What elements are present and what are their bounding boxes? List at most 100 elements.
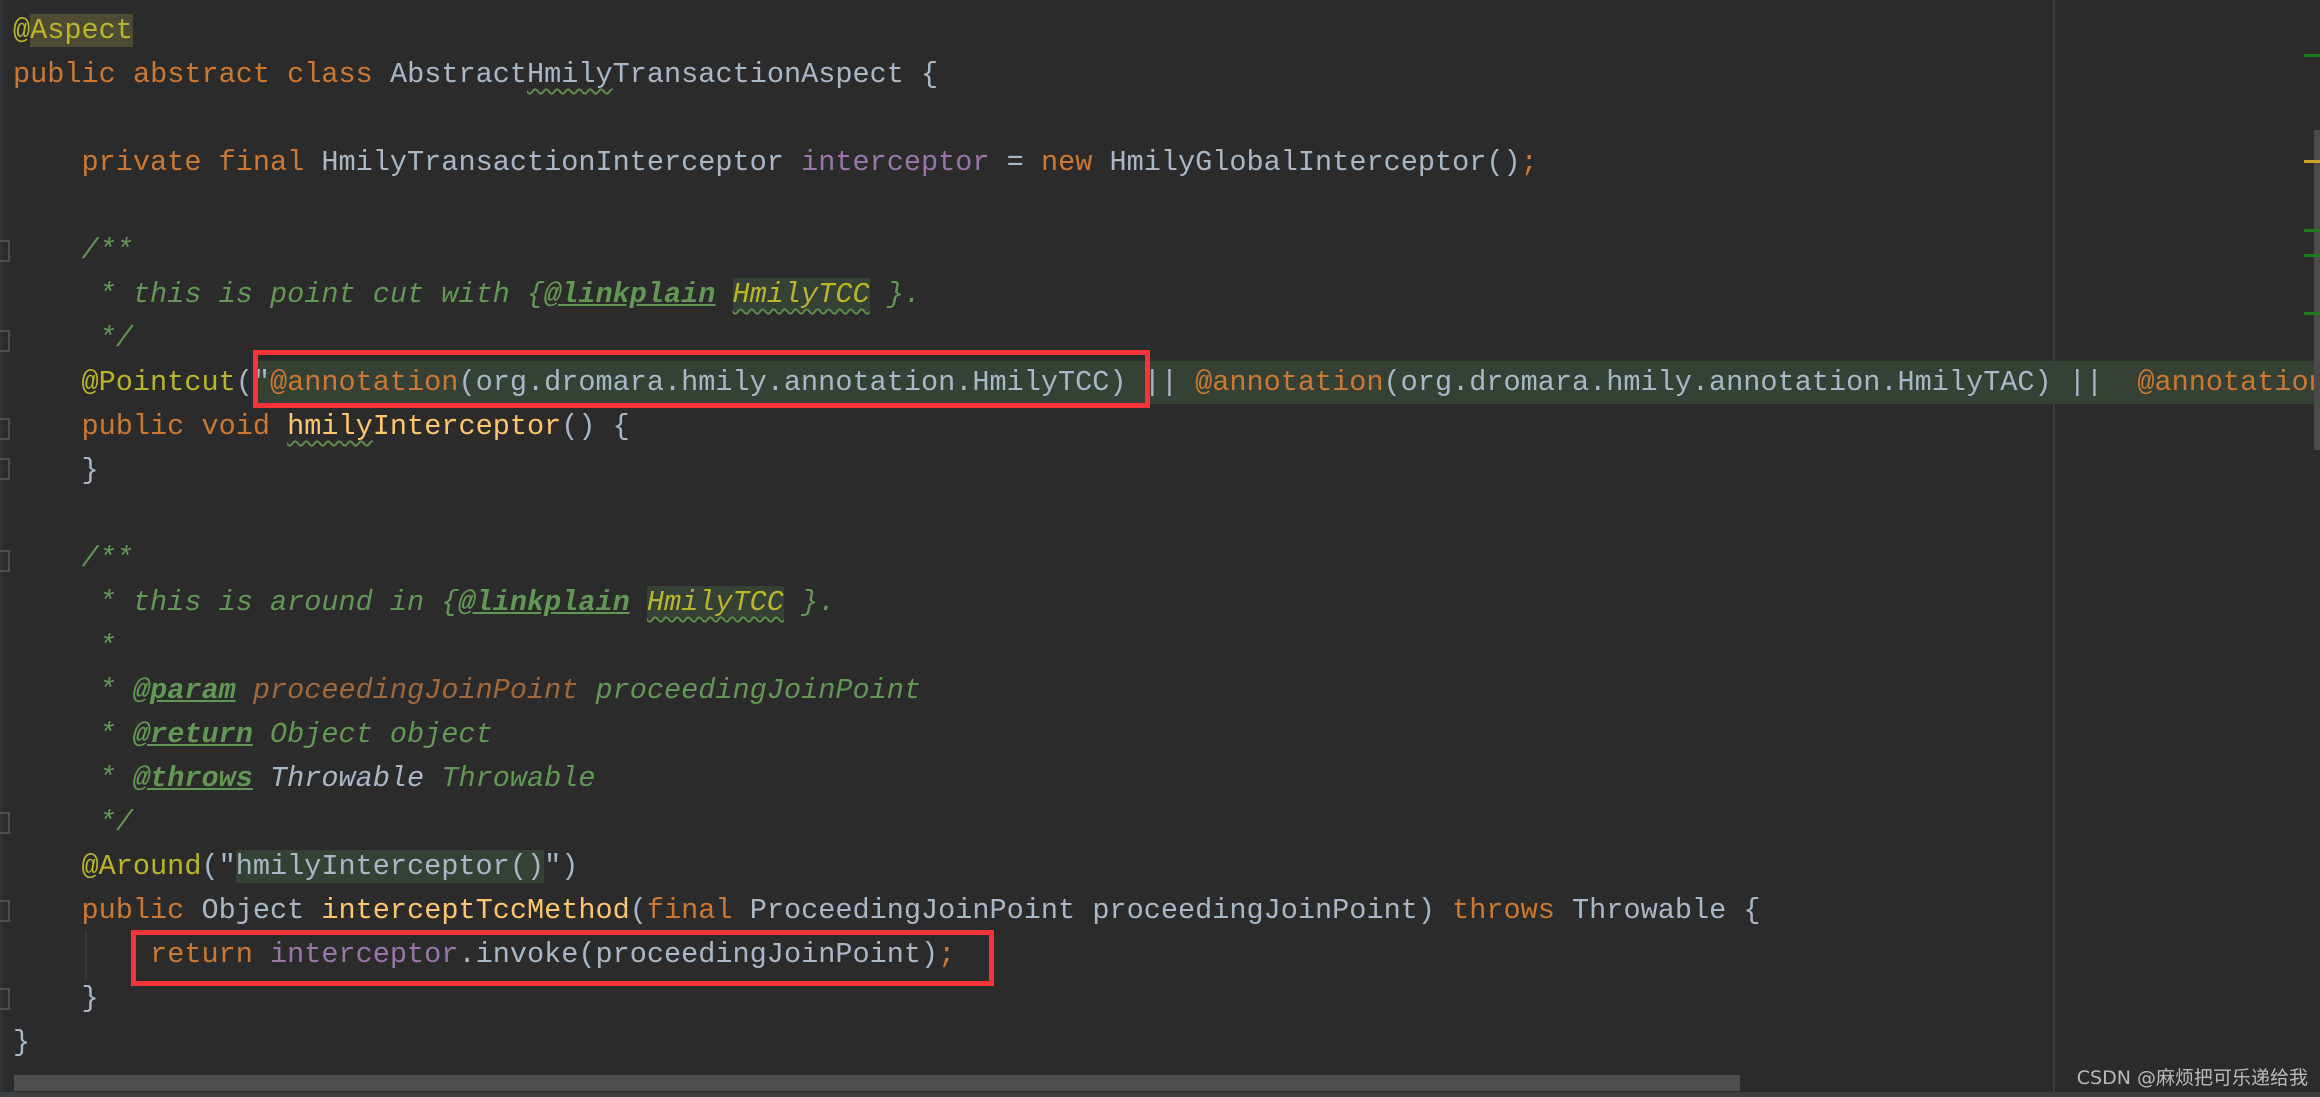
keyword: public <box>13 58 116 91</box>
annotation-around: @Around <box>81 850 202 883</box>
code-line: @Aspect <box>13 9 2320 53</box>
brace: } <box>13 1026 31 1059</box>
brace: { <box>1726 894 1761 927</box>
fold-icon[interactable] <box>0 988 10 1010</box>
error-stripe-marker-green[interactable] <box>2304 229 2320 232</box>
fold-icon[interactable] <box>0 240 10 262</box>
params-brace: () { <box>561 410 630 443</box>
doc-comment: }. <box>869 278 921 311</box>
param-name: proceedingJoinPoint <box>1092 894 1418 927</box>
operator: = <box>989 146 1041 179</box>
annotation-aspect: Aspect <box>30 14 133 47</box>
pointcut-reference: hmilyInterceptor() <box>235 850 545 883</box>
type-name: HmilyTransactionInterceptor <box>321 146 784 179</box>
code-line: /** <box>13 229 2320 273</box>
doc-comment: proceedingJoinPoint <box>578 674 922 707</box>
paren: ) <box>1417 894 1453 927</box>
code-line: } <box>13 1021 2320 1065</box>
error-stripe-marker-green[interactable] <box>2304 254 2320 257</box>
bottom-border <box>0 1092 2320 1097</box>
watermark: CSDN @麻烦把可乐递给我 <box>2076 1067 2308 1089</box>
method-name: hmilyInterceptor <box>287 410 561 443</box>
class-name-part: Abstract <box>389 58 527 91</box>
keyword: void <box>201 410 270 443</box>
doc-comment: Object object <box>252 718 493 751</box>
paren: ( <box>629 894 647 927</box>
keyword: class <box>287 58 373 91</box>
brace: } <box>81 454 99 487</box>
code-line: private final HmilyTransactionIntercepto… <box>13 141 2320 185</box>
javadoc-tag: @throws <box>132 762 253 795</box>
doc-comment: * <box>81 762 133 795</box>
pointcut-arg: (org.dromara.hmily.annotation.HmilyTAC) <box>1383 366 2069 399</box>
param-name: proceedingJoinPoint <box>252 674 579 707</box>
doc-comment: }. <box>783 586 836 619</box>
code-line: * this is point cut with {@linkplain Hmi… <box>13 273 2320 317</box>
code-line: * @param proceedingJoinPoint proceedingJ… <box>13 669 2320 713</box>
typo-squiggle: Hmily <box>527 58 613 91</box>
code-line: public Object interceptTccMethod(final P… <box>13 889 2320 933</box>
doc-comment: Throwable <box>424 762 596 795</box>
field-name: interceptor <box>801 146 990 179</box>
doc-comment: * this is point cut with { <box>81 278 545 311</box>
string-close: ") <box>544 850 579 883</box>
doc-comment: * <box>81 718 133 751</box>
code-line: public void hmilyInterceptor() { <box>13 405 2320 449</box>
fold-icon[interactable] <box>0 330 10 352</box>
fold-icon[interactable] <box>0 900 10 922</box>
keyword: public <box>81 894 185 927</box>
fold-icon[interactable] <box>0 458 10 480</box>
doc-comment: * <box>81 674 133 707</box>
javadoc-tag[interactable]: @linkplain <box>544 278 715 311</box>
typo-squiggle: hmily <box>287 410 373 443</box>
gutter <box>0 0 3 1092</box>
keyword: private <box>81 146 202 179</box>
javadoc-reference[interactable]: HmilyTCC <box>646 586 784 619</box>
method-name-part: Interceptor <box>372 410 562 443</box>
javadoc-tag[interactable]: @linkplain <box>458 586 629 619</box>
doc-comment: */ <box>81 806 133 839</box>
pointcut-designator: @annotation <box>1195 366 1384 399</box>
brace: { <box>903 58 939 91</box>
code-line: * @throws Throwable Throwable <box>13 757 2320 801</box>
exception-type: Throwable <box>270 762 425 795</box>
code-editor[interactable]: @Aspect public abstract class AbstractHm… <box>0 0 2320 1092</box>
code-line: */ <box>13 801 2320 845</box>
javadoc-reference[interactable]: HmilyTCC <box>732 278 870 311</box>
code-line: } <box>13 449 2320 493</box>
fold-icon[interactable] <box>0 418 10 440</box>
code-line: public abstract class AbstractHmilyTrans… <box>13 53 2320 97</box>
code-line: * @return Object object <box>13 713 2320 757</box>
pointcut-designator: @annotation <box>2137 366 2320 399</box>
error-stripe-marker-green[interactable] <box>2304 312 2320 315</box>
code-line: /** <box>13 537 2320 581</box>
operator: || <box>2068 366 2104 399</box>
fold-icon[interactable] <box>0 550 10 572</box>
error-stripe-marker-green[interactable] <box>2304 54 2320 57</box>
reference-text: HmilyTCC <box>646 586 784 619</box>
doc-comment: */ <box>81 322 133 355</box>
doc-comment: * <box>81 630 116 663</box>
keyword: abstract <box>132 58 270 91</box>
reference-text: HmilyTCC <box>732 278 870 311</box>
doc-comment: /** <box>81 234 133 267</box>
keyword: final <box>646 894 733 927</box>
code-lines[interactable]: @Aspect public abstract class AbstractHm… <box>13 9 2320 1065</box>
keyword: public <box>81 410 185 443</box>
vertical-scrollbar[interactable] <box>2314 130 2320 450</box>
error-stripe-marker-yellow[interactable] <box>2304 160 2320 163</box>
code-line: * <box>13 625 2320 669</box>
horizontal-scrollbar[interactable] <box>14 1075 1740 1091</box>
class-name: AbstractHmilyTransactionAspect <box>390 58 904 91</box>
right-margin-guide <box>2053 0 2055 1092</box>
doc-comment: /** <box>81 542 133 575</box>
class-name-part: TransactionAspect <box>612 58 904 91</box>
fold-icon[interactable] <box>0 812 10 834</box>
param-type: ProceedingJoinPoint <box>749 894 1076 927</box>
return-type: Object <box>201 894 305 927</box>
annotation-pointcut: @Pointcut <box>81 366 236 399</box>
keyword: final <box>218 146 305 179</box>
